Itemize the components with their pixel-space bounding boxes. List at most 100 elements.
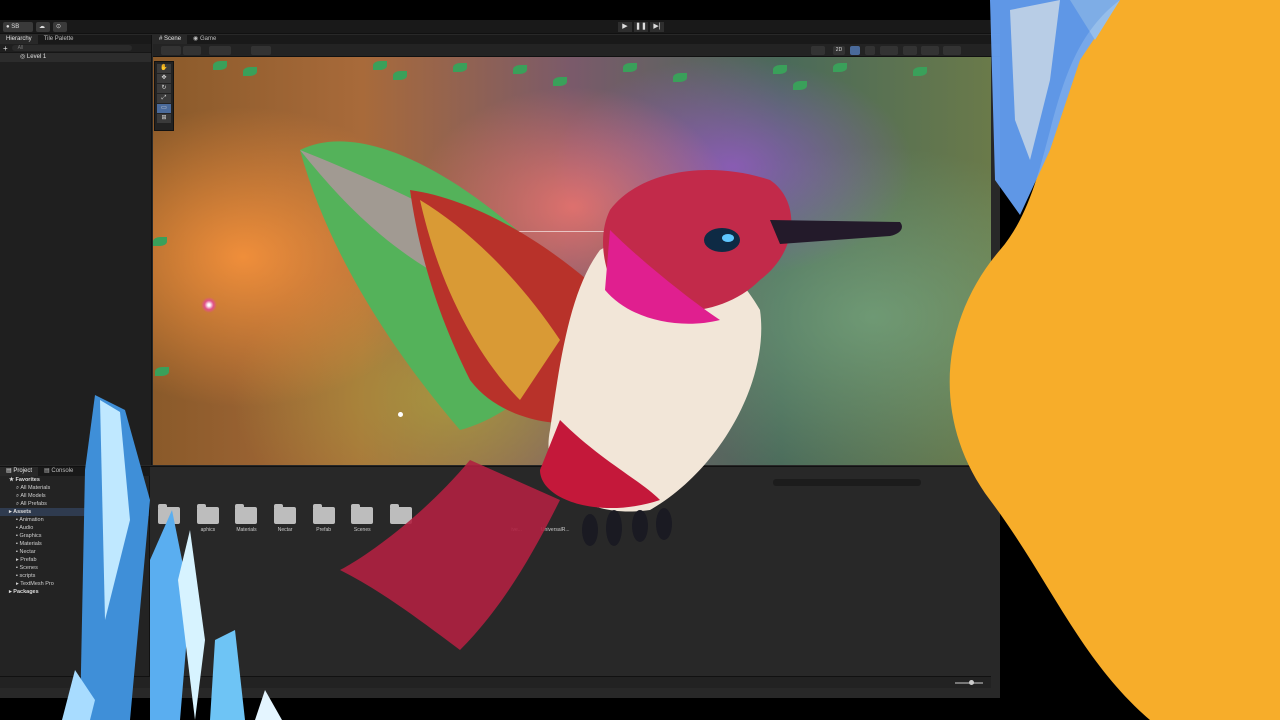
tree-item[interactable]: ▪ Nectar [0,548,149,556]
leaf-decoration [243,67,257,76]
folder-item[interactable]: UniversalR... [536,507,575,533]
account-dropdown[interactable]: ● SB [3,22,33,32]
icon-size-slider[interactable] [955,680,983,685]
folder-item[interactable]: Prefab [304,504,343,533]
game-tab-icon: ◉ [193,36,199,42]
tree-packages[interactable]: ▸ Packages [0,588,149,596]
console-tab-icon: ▤ [44,468,50,474]
add-icon[interactable]: + [3,44,8,53]
tree-item-label: TextMesh Pro [20,581,54,587]
pause-icon[interactable]: ❚❚ [634,22,648,32]
packages-label: Packages [13,589,39,595]
tab-console[interactable]: ▤ Console [38,467,79,476]
tree-item-label: Scenes [19,565,38,571]
move-tool-icon[interactable]: ✥ [157,74,171,83]
audio-icon[interactable] [865,46,875,55]
folder-label: aphics [200,527,216,533]
tree-item-label: Materials [19,541,42,547]
tree-item[interactable]: ⌕ All Models [0,492,149,500]
tree-item[interactable]: ▪ scripts [0,572,149,580]
folder-item[interactable]: aphics [189,504,228,533]
tree-favorites[interactable]: ★ Favorites [0,476,149,484]
folder-icon [158,504,181,524]
scene-toolbar: 2D [153,44,1000,57]
tree-item[interactable]: ▸ Prefab [0,556,149,564]
tab-scene-label: Scene [164,36,182,42]
folder-item[interactable]: udio [150,504,189,533]
leaf-decoration [393,71,407,80]
hierarchy-item-label: Level 1 [26,54,47,60]
project-tabs: ▤ Project ▤ Console [0,467,150,476]
lighting-icon[interactable] [850,46,860,55]
folder-label: udio [164,527,175,533]
folder-item[interactable] [420,507,459,533]
project-search-input[interactable] [773,479,921,486]
spawn-point-gizmo[interactable] [398,412,403,417]
hierarchy-item-level-1[interactable]: ◎ Level 1 [0,53,151,62]
hierarchy-toolbar: + All [0,44,151,53]
folder-item[interactable] [382,504,421,533]
tree-item-label: Graphics [19,533,42,539]
folder-item[interactable] [459,507,498,533]
play-icon[interactable]: ▶ [618,22,632,32]
hierarchy-panel: Hierarchy Tile Palette + All ◎ Level 1 [0,35,152,465]
tree-item[interactable]: ▪ Scenes [0,564,149,572]
favorites-label: Favorites [15,477,40,483]
leaf-decoration [773,65,787,74]
tab-scene[interactable]: # Scene [153,35,188,44]
tab-tile-palette[interactable]: Tile Palette [38,35,80,44]
folder-icon [351,504,374,524]
transform-tools: ✋ ✥ ↻ ⤢ ▭ ⊞ [154,61,174,131]
gizmo-tool-dropdown[interactable] [161,46,181,55]
tree-item[interactable]: ▸ TextMesh Pro [0,580,149,588]
leaf-decoration [453,63,467,72]
folder-grid: udio aphics Materials Nectar Prefab Scen… [150,504,575,533]
scale-tool-icon[interactable]: ⤢ [157,94,171,103]
scene-icon: ◎ [20,54,27,60]
leaf-decoration [213,61,227,70]
mode-2d-toggle[interactable]: 2D [833,46,845,55]
leaf-decoration [513,65,527,74]
tree-item[interactable]: ⌕ All Materials [0,484,149,492]
grid-snap-dropdown[interactable] [209,46,231,55]
effects-dropdown[interactable] [880,46,898,55]
rect-tool-icon[interactable]: ▭ [157,104,171,113]
folder-item[interactable]: Materials [227,504,266,533]
collab-icon[interactable]: ⊙ [53,22,67,32]
tree-item[interactable]: ▪ Graphics [0,532,149,540]
hierarchy-search-input[interactable]: All [11,45,132,51]
play-controls: ▶ ❚❚ ▶| [618,22,664,32]
rotate-tool-icon[interactable]: ↻ [157,84,171,93]
tree-assets[interactable]: ▸ Assets [0,508,149,516]
folder-item[interactable]: ive... [497,507,536,533]
scene-viewport[interactable] [153,57,991,465]
flower-sprite[interactable] [201,297,217,313]
tree-item-label: scripts [19,573,36,579]
draw-mode-dropdown[interactable] [811,46,825,55]
gizmos-dropdown[interactable] [943,46,961,55]
tree-item[interactable]: ▪ Animation [0,516,149,524]
step-icon[interactable]: ▶| [650,22,664,32]
folder-item[interactable]: Scenes [343,504,382,533]
folder-label: Materials [236,527,257,533]
transform-tool-icon[interactable]: ⊞ [157,114,171,123]
tree-item[interactable]: ▪ Audio [0,524,149,532]
tree-item[interactable]: ▪ Materials [0,540,149,548]
hidden-objects-icon[interactable] [903,46,917,55]
project-tree: ★ Favorites ⌕ All Materials ⌕ All Models… [0,476,150,676]
leaf-decoration [623,63,637,72]
hierarchy-tabs: Hierarchy Tile Palette [0,35,151,44]
pivot-dropdown[interactable] [183,46,201,55]
cloud-icon[interactable]: ☁ [36,22,50,32]
camera-dropdown[interactable] [921,46,939,55]
folder-item[interactable]: Nectar [266,504,305,533]
tree-item[interactable]: ⌕ All Prefabs [0,500,149,508]
hand-tool-icon[interactable]: ✋ [157,64,171,73]
account-icon: ● [6,24,10,30]
leaf-decoration [553,77,567,86]
tab-project[interactable]: ▤ Project [0,467,39,476]
tree-item-label: Nectar [19,549,36,555]
tab-game[interactable]: ◉ Game [187,35,222,44]
folder-tab-icon: ▤ [6,468,12,474]
increment-snap-dropdown[interactable] [251,46,271,55]
